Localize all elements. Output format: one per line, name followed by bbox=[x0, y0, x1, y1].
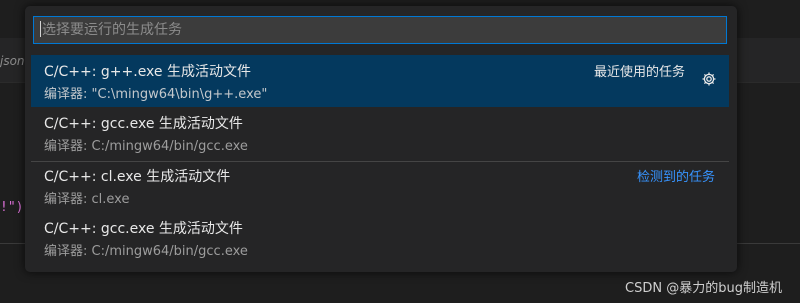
editor-partial-code: !") bbox=[0, 200, 23, 215]
task-item-label: C/C++: gcc.exe 生成活动文件 bbox=[44, 221, 243, 237]
editor-partial-code-text: !") bbox=[0, 200, 24, 215]
quick-pick-placeholder: 选择要运行的生成任务 bbox=[42, 22, 182, 38]
task-item-cl[interactable]: C/C++: cl.exe 生成活动文件 编译器: cl.exe 检测到的任务 bbox=[31, 160, 729, 212]
task-item-gcc-detected[interactable]: C/C++: gcc.exe 生成活动文件 编译器: C:/mingw64/bi… bbox=[31, 212, 729, 264]
task-item-detail: 编译器: cl.exe bbox=[44, 192, 130, 207]
text-cursor bbox=[40, 21, 41, 37]
task-item-detail: 编译器: C:/mingw64/bin/gcc.exe bbox=[44, 139, 248, 154]
quick-pick-panel: 选择要运行的生成任务 C/C++: g++.exe 生成活动文件 编译器: "C… bbox=[25, 6, 737, 272]
task-item-gpp[interactable]: C/C++: g++.exe 生成活动文件 编译器: "C:\mingw64\b… bbox=[31, 55, 729, 107]
task-item-label: C/C++: cl.exe 生成活动文件 bbox=[44, 169, 231, 185]
group-label-recent: 最近使用的任务 bbox=[593, 65, 685, 80]
task-item-label: C/C++: g++.exe 生成活动文件 bbox=[44, 64, 251, 80]
task-item-label: C/C++: gcc.exe 生成活动文件 bbox=[44, 116, 243, 132]
quick-pick-input[interactable]: 选择要运行的生成任务 bbox=[33, 16, 727, 44]
editor-partial-text: json bbox=[0, 54, 25, 68]
task-item-gcc[interactable]: C/C++: gcc.exe 生成活动文件 编译器: C:/mingw64/bi… bbox=[31, 107, 729, 159]
group-label-detected: 检测到的任务 bbox=[636, 170, 715, 185]
watermark-text: CSDN @暴力的bug制造机 bbox=[625, 281, 782, 296]
gear-icon[interactable] bbox=[701, 71, 717, 87]
task-item-detail: 编译器: "C:\mingw64\bin\g++.exe" bbox=[44, 87, 268, 102]
task-item-detail: 编译器: C:/mingw64/bin/gcc.exe bbox=[44, 244, 248, 259]
